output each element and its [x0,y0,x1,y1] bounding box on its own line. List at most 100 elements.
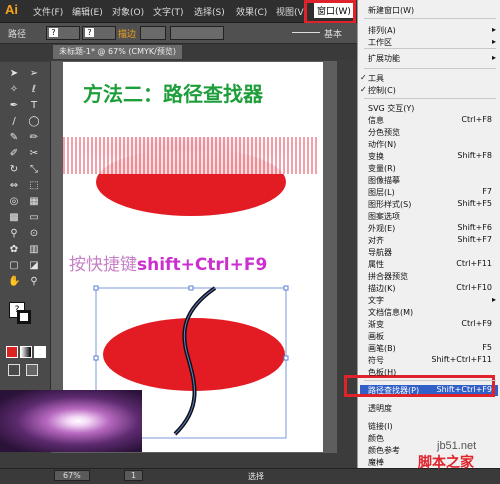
menu-file[interactable]: 文件(F) [33,5,63,18]
menu-item[interactable]: ✓ 工具 [360,73,496,84]
document-tab[interactable]: 未标题-1* @ 67% (CMYK/预览) [53,45,182,59]
ellipse-tool-icon[interactable]: ◯ [28,116,40,128]
mesh-tool-icon[interactable]: ▩ [8,212,20,224]
handle-mr[interactable] [283,355,289,361]
hand-tool-icon[interactable]: ✋ [8,276,20,288]
menu-view[interactable]: 视图(V) [276,5,307,18]
menu-item[interactable]: 变量(R) [368,163,496,174]
pencil-tool-icon[interactable]: ✏ [28,132,40,144]
draw-mode-icon[interactable] [8,364,20,376]
scissors-tool-icon[interactable]: ✂ [28,148,40,160]
type-tool-icon[interactable]: T [28,100,40,112]
shape-builder-tool-icon[interactable]: ◎ [8,196,20,208]
menu-item[interactable]: 文档信息(M) [368,307,496,318]
stroke-weight-field[interactable] [140,26,166,40]
scale-tool-icon[interactable]: ⤡ [28,164,40,176]
menu-item[interactable]: 渐变 Ctrl+F9 [368,319,496,330]
screen-mode-icon[interactable] [26,364,38,376]
menu-item[interactable]: 链接(I) [368,421,496,432]
handle-tr[interactable] [283,285,289,291]
menu-item[interactable]: 图案选项 [368,211,496,222]
none-mode-icon[interactable] [34,346,46,358]
menu-item[interactable]: SVG 交互(Y) [368,103,496,114]
free-transform-tool-icon[interactable]: ⬚ [28,180,40,192]
menu-item[interactable]: 文字 ▸ [368,295,496,306]
menu-item[interactable]: 色板(H) [368,367,496,378]
menu-item[interactable]: 画笔(B) F5 [368,343,496,354]
menu-item[interactable]: 扩展功能 ▸ [368,53,496,64]
menu-item[interactable]: 对齐 Shift+F7 [368,235,496,246]
handle-tm[interactable] [188,285,194,291]
rotate-tool-icon[interactable]: ↻ [8,164,20,176]
menu-item[interactable]: 导航器 [368,247,496,258]
artboard[interactable]: 方法二：路径查找器 按快捷键shift+Ctrl+F9 [0,62,323,452]
menu-item-label: 分色预览 [368,128,400,137]
paintbrush-tool-icon[interactable]: ✎ [8,132,20,144]
pen-tool-icon[interactable]: ✒ [8,100,20,112]
menu-item[interactable]: 排列(A) ▸ [368,25,496,36]
menu-item-shortcut: F5 [482,343,492,352]
menu-item[interactable]: 外观(E) Shift+F6 [368,223,496,234]
menu-item[interactable]: 符号 Shift+Ctrl+F11 [368,355,496,366]
submenu-arrow-icon: ▸ [491,37,496,46]
selection-tool-icon[interactable]: ➤ [8,68,20,80]
menu-item[interactable]: 动作(N) [368,139,496,150]
menu-object[interactable]: 对象(O) [112,5,144,18]
menu-item[interactable]: 新建窗口(W) [368,5,496,16]
menu-item[interactable]: 分色预览 [368,127,496,138]
zoom-field[interactable]: 67% [54,470,90,481]
menu-item[interactable]: 图形样式(S) Shift+F5 [368,199,496,210]
menu-item-label: 颜色 [368,434,384,443]
menu-edit[interactable]: 编辑(E) [72,5,103,18]
gradient-mode-icon[interactable] [20,346,32,358]
menu-window-highlight-box [304,0,356,24]
menu-item[interactable]: 路径查找器(P) Shift+Ctrl+F9 [368,385,496,396]
artboard-number-field[interactable]: 1 [124,470,144,481]
color-mode-icon[interactable] [6,346,18,358]
menu-item[interactable]: 描边(K) Ctrl+F10 [368,283,496,294]
artboard-tool-icon[interactable]: ▢ [8,260,20,272]
watermark-site: jb51.net [437,440,477,452]
handle-tl[interactable] [93,285,99,291]
menu-item[interactable]: 图像描摹 [368,175,496,186]
menu-item[interactable]: 透明度 [368,403,496,414]
width-tool-icon[interactable]: ⇔ [8,180,20,192]
menu-item[interactable]: 图层(L) F7 [368,187,496,198]
column-graph-tool-icon[interactable]: ▥ [28,244,40,256]
menu-item-shortcut: Ctrl+F11 [456,259,492,268]
variable-width-dropdown[interactable] [170,26,224,40]
perspective-grid-tool-icon[interactable]: ▦ [28,196,40,208]
menu-item[interactable]: 工作区 ▸ [368,37,496,48]
blob-brush-tool-icon[interactable]: ✐ [8,148,20,160]
window-menu-dropdown: 新建窗口(W) 排列(A) ▸ 工作区 ▸ 扩展功能 ▸ ✓ 工具 ✓ 控制(C) SVG 交互(Y)… [344,0,500,468]
stroke-swatch[interactable]: ? [82,26,116,40]
menu-item[interactable]: 拼合器预览 [368,271,496,282]
menu-item[interactable]: 属性 Ctrl+F11 [368,259,496,270]
menu-separator [364,68,496,69]
menu-item[interactable]: 画板 [368,331,496,342]
menu-item-label: 扩展功能 [368,54,400,63]
gradient-tool-icon[interactable]: ▭ [28,212,40,224]
menu-item[interactable]: ✓ 控制(C) [360,85,496,96]
curved-path[interactable] [173,286,217,436]
fill-swatch[interactable]: ? [46,26,80,40]
handle-ml[interactable] [93,355,99,361]
menu-item-label: 变量(R) [368,164,396,173]
eyedropper-tool-icon[interactable]: ⚲ [8,228,20,240]
zoom-tool-icon[interactable]: ⚲ [28,276,40,288]
slice-tool-icon[interactable]: ◪ [28,260,40,272]
menu-item[interactable]: 变换 Shift+F8 [368,151,496,162]
lasso-tool-icon[interactable]: ℓ [28,84,40,96]
menu-type[interactable]: 文字(T) [153,5,184,18]
stroke-color-icon[interactable] [17,310,31,324]
line-tool-icon[interactable]: / [8,116,20,128]
magic-wand-tool-icon[interactable]: ✧ [8,84,20,96]
menu-item[interactable]: 颜色 [368,433,496,444]
direct-selection-tool-icon[interactable]: ➢ [28,68,40,80]
menu-effect[interactable]: 效果(C) [236,5,267,18]
blend-tool-icon[interactable]: ⊙ [28,228,40,240]
menu-item[interactable]: 信息 Ctrl+F8 [368,115,496,126]
menu-select[interactable]: 选择(S) [194,5,225,18]
menu-item-label: 魔棒 [368,458,384,467]
symbol-sprayer-tool-icon[interactable]: ✿ [8,244,20,256]
